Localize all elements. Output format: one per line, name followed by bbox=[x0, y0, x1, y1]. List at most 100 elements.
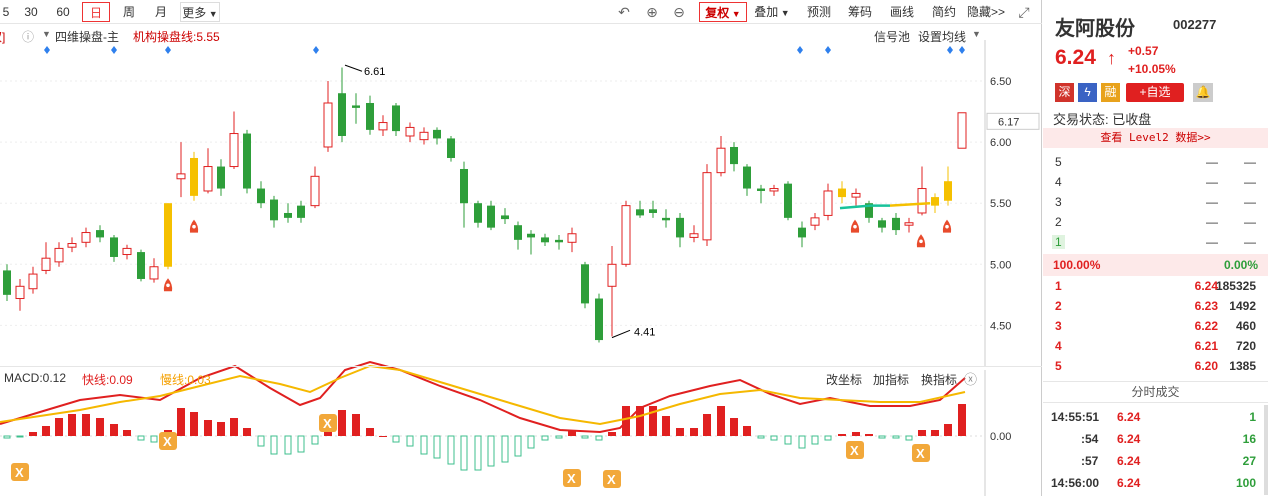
macd-bar bbox=[514, 435, 522, 457]
macd-bar bbox=[257, 435, 265, 447]
buys-volume: 185325 bbox=[1215, 279, 1256, 293]
candle-body bbox=[297, 205, 305, 218]
candle-body bbox=[917, 188, 927, 214]
predict-button[interactable]: 预测 bbox=[804, 2, 834, 22]
candle-body bbox=[931, 197, 939, 206]
cross-signal-glyph: X bbox=[607, 472, 616, 487]
add-watchlist-button[interactable]: +自选 bbox=[1126, 83, 1184, 102]
macd-bar bbox=[352, 414, 360, 436]
chevron-down-icon[interactable]: ▼ bbox=[972, 29, 981, 39]
candle-body bbox=[164, 203, 172, 267]
macd-bar bbox=[798, 435, 806, 449]
tab-more[interactable]: 更多 ▼ bbox=[180, 2, 220, 22]
sells-level-2: 2 bbox=[1055, 215, 1062, 229]
chevron-down-icon[interactable]: ▼ bbox=[42, 29, 51, 39]
simple-button[interactable]: 简约 bbox=[929, 2, 959, 22]
macd-bar bbox=[270, 435, 278, 455]
stock-code: 002277 bbox=[1173, 17, 1217, 32]
change-axis-button[interactable]: 改坐标 bbox=[826, 371, 862, 388]
sells-volume: — bbox=[1244, 195, 1256, 209]
rocket-window bbox=[166, 283, 170, 288]
macd-fast: 快线:0.09 bbox=[82, 373, 133, 387]
buys-volume: 1492 bbox=[1229, 299, 1256, 313]
tab-week[interactable]: 周 bbox=[116, 2, 142, 22]
macd-bar bbox=[137, 435, 145, 441]
candle-body bbox=[28, 273, 38, 290]
tick-volume: 100 bbox=[1235, 476, 1256, 490]
tab-day[interactable]: 日 bbox=[82, 2, 110, 22]
candle-body bbox=[514, 225, 522, 240]
ma-line bbox=[0, 242, 40, 266]
candle-body bbox=[15, 285, 25, 300]
draw-button[interactable]: 画线 bbox=[887, 2, 917, 22]
tick-time: 14:55:51 bbox=[1051, 410, 1100, 424]
candle-body bbox=[270, 199, 278, 221]
candle-body bbox=[636, 209, 644, 216]
price-tick: 6.00 bbox=[990, 137, 1011, 149]
macd-bar bbox=[838, 434, 846, 436]
zoom-in-icon[interactable]: ⊕ bbox=[643, 3, 661, 21]
candle-body bbox=[203, 166, 213, 192]
market-badge: 深 bbox=[1055, 83, 1074, 102]
fullscreen-icon[interactable]: ⤢ bbox=[1015, 3, 1033, 21]
level2-link[interactable]: 查看 Level2 数据>> bbox=[1043, 128, 1268, 148]
tab-60[interactable]: 60 bbox=[50, 2, 76, 22]
macd-zero-label: 0.00 bbox=[990, 431, 1011, 443]
current-price-label: 6.17 bbox=[998, 116, 1019, 128]
candle-body bbox=[41, 257, 51, 271]
add-indicator-button[interactable]: 加指标 bbox=[873, 371, 909, 388]
ticks-header: 分时成交 bbox=[1043, 381, 1268, 403]
candle-body bbox=[487, 205, 495, 228]
buys-volume: 720 bbox=[1235, 339, 1256, 353]
macd-bar bbox=[541, 435, 549, 441]
tab-30[interactable]: 30 bbox=[18, 2, 44, 22]
macd-bar bbox=[82, 414, 90, 436]
bell-icon[interactable]: 🔔 bbox=[1193, 83, 1213, 102]
buys-volume: 1385 bbox=[1229, 359, 1256, 373]
macd-bar bbox=[487, 435, 495, 467]
tick-volume: 27 bbox=[1242, 454, 1256, 468]
close-icon[interactable]: ⓧ bbox=[964, 369, 977, 388]
candle-body bbox=[190, 157, 198, 196]
buys-price: 6.22 bbox=[1194, 319, 1218, 333]
macd-bar bbox=[676, 428, 684, 436]
macd-bar bbox=[406, 435, 414, 447]
macd-bar bbox=[527, 435, 535, 449]
candle-body bbox=[730, 146, 738, 165]
tab-5[interactable]: 5 bbox=[0, 2, 12, 22]
undo-icon[interactable]: ↶ bbox=[615, 3, 633, 21]
up-arrow-icon: ↑ bbox=[1107, 48, 1116, 68]
ratio-right: 0.00% bbox=[1223, 258, 1258, 272]
hide-button[interactable]: 隐藏>> bbox=[965, 2, 1007, 22]
sells-price: — bbox=[1206, 155, 1218, 169]
buys-level-1: 1 bbox=[1055, 279, 1062, 293]
tab-month[interactable]: 月 bbox=[148, 2, 174, 22]
zoom-out-icon[interactable]: ⊖ bbox=[670, 3, 688, 21]
chevron-down-icon: ▼ bbox=[729, 9, 741, 19]
candle-body bbox=[338, 93, 346, 136]
sells-volume: — bbox=[1244, 155, 1256, 169]
macd-slow: 慢线:0.03 bbox=[160, 373, 211, 387]
candle-body bbox=[581, 264, 589, 304]
tick-price: 6.24 bbox=[1117, 410, 1141, 424]
sells-price: — bbox=[1206, 175, 1218, 189]
chart-panel: 5 30 60 日 周 月 更多 ▼ ↶ ⊕ ⊖ 复权 ▼ 叠加 ▼ 预测 筹码… bbox=[0, 0, 1042, 496]
macd-bar bbox=[474, 435, 482, 471]
fuquan-button[interactable]: 复权 ▼ bbox=[699, 2, 747, 22]
scrollbar[interactable] bbox=[1264, 405, 1268, 495]
candle-body bbox=[310, 175, 320, 207]
change-pct: +10.05% bbox=[1128, 62, 1176, 76]
tick-time: :54 bbox=[1081, 432, 1099, 446]
buys-price: 6.23 bbox=[1194, 299, 1218, 313]
cross-signal-glyph: X bbox=[163, 434, 172, 449]
overlay-label: 叠加 bbox=[754, 5, 779, 19]
buys-price: 6.20 bbox=[1194, 359, 1218, 373]
overlay-button[interactable]: 叠加 ▼ bbox=[752, 2, 792, 22]
buys-level-2: 2 bbox=[1055, 299, 1062, 313]
chips-button[interactable]: 筹码 bbox=[845, 2, 875, 22]
candle-body bbox=[447, 138, 455, 158]
switch-indicator-button[interactable]: 换指标 bbox=[921, 371, 957, 388]
quote-panel: 友阿股份 002277 6.24 ↑ +0.57 +10.05% 深 ϟ 融 +… bbox=[1043, 0, 1268, 496]
macd-bar bbox=[230, 418, 238, 436]
candle-body bbox=[96, 230, 104, 238]
